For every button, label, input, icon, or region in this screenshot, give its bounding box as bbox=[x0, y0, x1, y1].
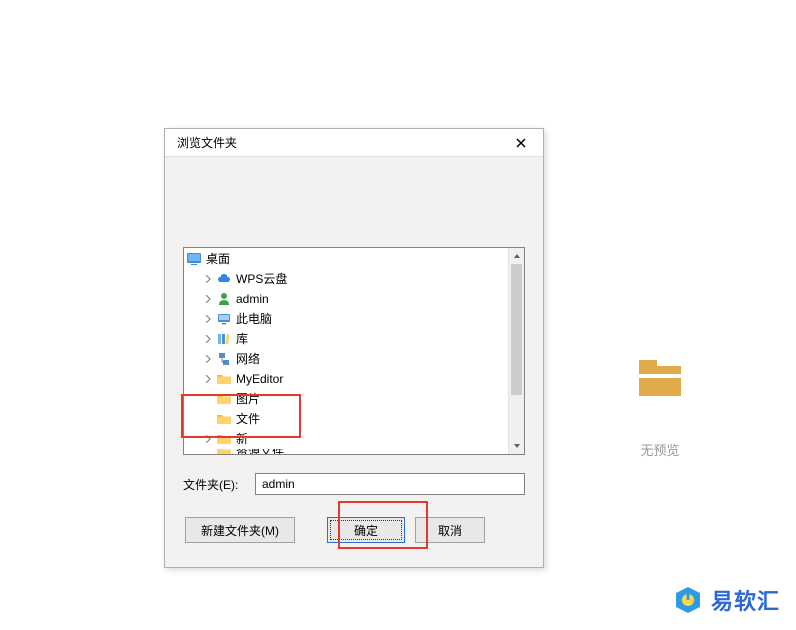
dialog-title: 浏览文件夹 bbox=[177, 134, 237, 151]
close-button[interactable] bbox=[507, 133, 535, 153]
scroll-track[interactable] bbox=[509, 264, 524, 438]
tree-item-xin[interactable]: 新 bbox=[184, 429, 524, 449]
scroll-thumb[interactable] bbox=[511, 264, 522, 395]
tree-label: 新 bbox=[236, 429, 248, 449]
expand-icon[interactable] bbox=[202, 273, 214, 285]
tree-item-wps[interactable]: WPS云盘 bbox=[184, 269, 524, 289]
tree-item-wenjian[interactable]: 文件 bbox=[184, 409, 524, 429]
ok-button[interactable]: 确定 bbox=[327, 517, 405, 543]
library-icon bbox=[216, 331, 232, 347]
pc-icon bbox=[216, 311, 232, 327]
button-row: 新建文件夹(M) 确定 取消 bbox=[183, 517, 525, 543]
vertical-scrollbar[interactable] bbox=[508, 248, 524, 454]
cancel-button[interactable]: 取消 bbox=[415, 517, 485, 543]
browse-folder-dialog: 浏览文件夹 桌面 bbox=[164, 128, 544, 568]
titlebar[interactable]: 浏览文件夹 bbox=[165, 129, 543, 157]
path-input[interactable] bbox=[255, 473, 525, 495]
expand-icon[interactable] bbox=[202, 373, 214, 385]
watermark: 易软汇 bbox=[673, 584, 780, 616]
tree-item-net[interactable]: 网络 bbox=[184, 349, 524, 369]
expand-spacer bbox=[202, 449, 214, 454]
dialog-body: 桌面 WPS云盘 bbox=[165, 157, 543, 557]
tree-item-myeditor[interactable]: MyEditor bbox=[184, 369, 524, 389]
preview-text: 无预览 bbox=[600, 440, 720, 459]
expand-icon[interactable] bbox=[202, 353, 214, 365]
tree-item-pc[interactable]: 此电脑 bbox=[184, 309, 524, 329]
expand-icon[interactable] bbox=[202, 293, 214, 305]
folder-tree: 桌面 WPS云盘 bbox=[183, 247, 525, 455]
folder-icon bbox=[216, 431, 232, 447]
scroll-up-button[interactable] bbox=[509, 248, 524, 264]
expand-icon[interactable] bbox=[202, 333, 214, 345]
path-label: 文件夹(E): bbox=[183, 476, 247, 493]
expand-spacer bbox=[202, 393, 214, 405]
tree-item-pictures[interactable]: 图片 bbox=[184, 389, 524, 409]
tree-label: 此电脑 bbox=[236, 309, 272, 329]
scroll-down-button[interactable] bbox=[509, 438, 524, 454]
tree-item-admin[interactable]: admin bbox=[184, 289, 524, 309]
tree-label: WPS云盘 bbox=[236, 269, 287, 289]
tree-root[interactable]: 桌面 bbox=[184, 249, 524, 269]
tree-label: MyEditor bbox=[236, 369, 283, 389]
watermark-logo-icon bbox=[673, 585, 703, 615]
tree-label: 文件 bbox=[236, 409, 260, 429]
cloud-icon bbox=[216, 271, 232, 287]
expand-icon[interactable] bbox=[202, 433, 214, 445]
desktop-icon bbox=[186, 251, 202, 267]
new-folder-button[interactable]: 新建文件夹(M) bbox=[185, 517, 295, 543]
preview-panel: 无预览 bbox=[600, 354, 720, 459]
tree-label: admin bbox=[236, 289, 269, 309]
tree-item-lib[interactable]: 库 bbox=[184, 329, 524, 349]
folder-icon bbox=[216, 371, 232, 387]
tree-label: 桌面 bbox=[206, 249, 230, 269]
tree-label: 资源文件 bbox=[236, 449, 284, 454]
user-icon bbox=[216, 291, 232, 307]
folder-preview-icon bbox=[600, 354, 720, 400]
path-row: 文件夹(E): bbox=[183, 473, 525, 495]
folder-icon bbox=[216, 391, 232, 407]
tree-item-cutoff[interactable]: 资源文件 bbox=[184, 449, 524, 454]
network-icon bbox=[216, 351, 232, 367]
watermark-text: 易软汇 bbox=[711, 584, 780, 616]
tree-label: 库 bbox=[236, 329, 248, 349]
expand-icon[interactable] bbox=[202, 313, 214, 325]
tree-label: 图片 bbox=[236, 389, 260, 409]
expand-spacer bbox=[202, 413, 214, 425]
folder-icon bbox=[216, 411, 232, 427]
folder-icon bbox=[216, 449, 232, 454]
tree-label: 网络 bbox=[236, 349, 260, 369]
